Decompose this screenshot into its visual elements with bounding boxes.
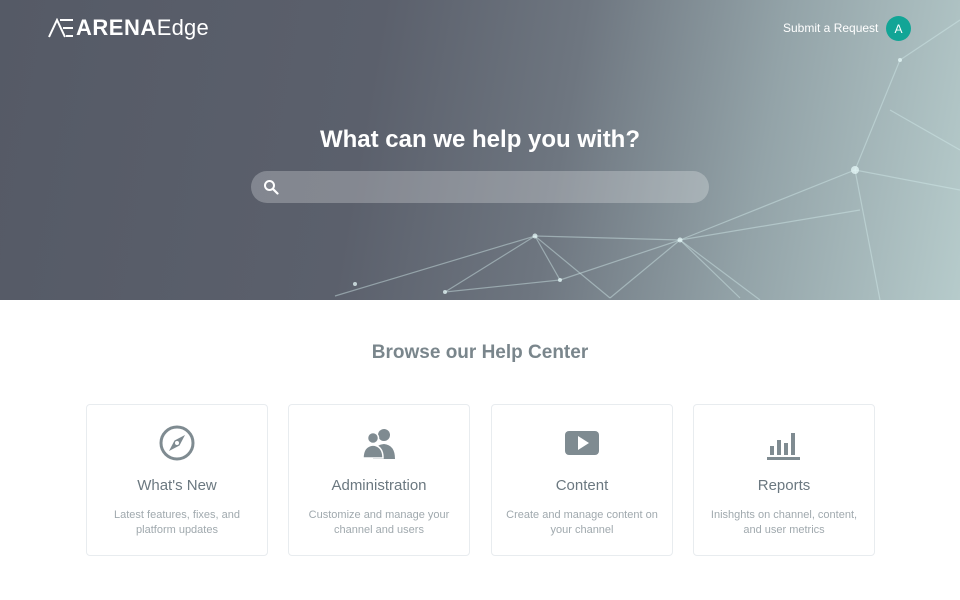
- bar-chart-icon: [767, 433, 800, 460]
- submit-request-link[interactable]: Submit a Request: [783, 21, 878, 35]
- category-card-content[interactable]: Content Create and manage content on you…: [491, 404, 673, 556]
- logo-text-bold: ARENA: [76, 15, 157, 40]
- category-card-administration[interactable]: Administration Customize and manage your…: [288, 404, 470, 556]
- card-description: Create and manage content on your channe…: [506, 509, 658, 536]
- arena-edge-logo[interactable]: ARENA Edge: [48, 14, 209, 42]
- hero-banner: ARENA Edge Submit a Request A What can w…: [0, 0, 960, 300]
- user-avatar[interactable]: A: [886, 16, 911, 41]
- logo-mark-icon: [48, 18, 73, 38]
- category-card-whats-new[interactable]: What's New Latest features, fixes, and p…: [86, 404, 268, 556]
- search-icon: [264, 180, 279, 195]
- card-description: Customize and manage your channel and us…: [308, 509, 450, 536]
- category-card-reports[interactable]: Reports Inishghts on channel, content, a…: [693, 404, 875, 556]
- card-title: What's New: [137, 477, 217, 494]
- search-bar: [251, 171, 709, 203]
- play-icon: [565, 431, 599, 455]
- card-title: Content: [555, 477, 609, 494]
- hero-title: What can we help you with?: [319, 126, 640, 153]
- card-title: Administration: [331, 477, 427, 494]
- users-icon: [362, 429, 395, 459]
- card-description: Inishghts on channel, content, and user …: [710, 509, 858, 536]
- compass-icon: [159, 425, 195, 461]
- card-description: Latest features, fixes, and platform upd…: [114, 509, 240, 536]
- search-input[interactable]: [279, 171, 709, 203]
- logo-text-light: Edge: [156, 15, 209, 40]
- card-title: Reports: [757, 477, 811, 494]
- browse-title: Browse our Help Center: [371, 342, 589, 363]
